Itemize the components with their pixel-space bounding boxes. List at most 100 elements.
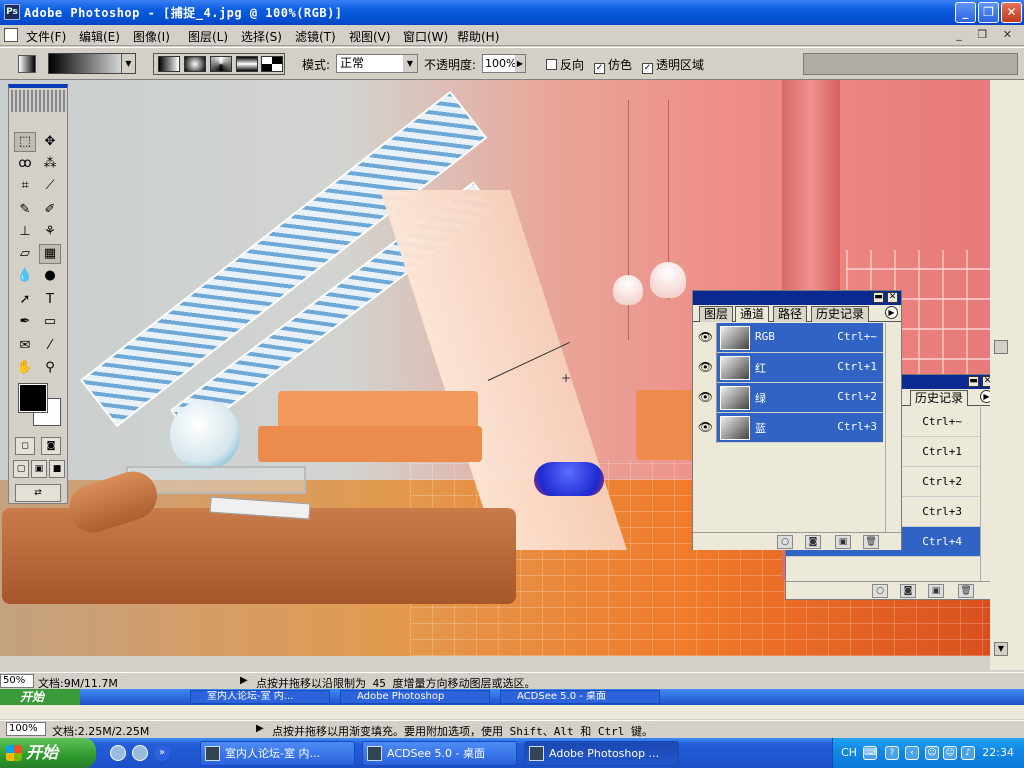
new-state-icon[interactable]: ▣ — [928, 584, 944, 598]
eye-icon[interactable]: 👁 — [695, 383, 717, 413]
type-tool-icon[interactable]: T — [39, 290, 61, 310]
load-selection-icon[interactable]: ○ — [777, 535, 793, 549]
trash-icon[interactable]: 🗑 — [863, 535, 879, 549]
magic-wand-icon[interactable]: ⁂ — [39, 154, 61, 174]
document-icon[interactable] — [4, 28, 18, 42]
history-brush-icon[interactable]: ⚘ — [39, 222, 61, 242]
toolbox-logo[interactable] — [11, 90, 65, 112]
dither-checkbox[interactable]: ✓ 仿色 — [594, 56, 632, 74]
eye-icon[interactable]: 👁 — [695, 323, 717, 353]
move-tool-icon[interactable]: ✥ — [39, 132, 61, 152]
chevron-down-icon[interactable]: ▼ — [121, 54, 135, 73]
blur-tool-icon[interactable]: 💧 — [14, 266, 36, 286]
eye-icon[interactable]: 👁 — [695, 413, 717, 443]
slice-tool-icon[interactable]: ⟋ — [39, 176, 61, 196]
tab-channels[interactable]: 通道 — [735, 306, 770, 322]
marquee-tool-icon[interactable]: ⬚ — [14, 132, 36, 152]
help-icon[interactable]: ? — [885, 746, 899, 760]
tab-paths[interactable]: 路径 — [773, 306, 808, 322]
channel-row-rgb[interactable]: 👁 RGB Ctrl+~ — [695, 323, 883, 353]
menu-edit[interactable]: 编辑(E) — [79, 28, 120, 45]
reflected-gradient-button[interactable] — [236, 56, 258, 72]
opacity-input[interactable]: 100% ▶ — [482, 54, 526, 73]
volume-icon[interactable]: ♪ — [961, 746, 975, 760]
panel-menu-icon[interactable]: ▶ — [885, 306, 898, 319]
quicklaunch-expand-icon[interactable]: » — [154, 745, 170, 761]
tab-history[interactable]: 历史记录 — [811, 306, 870, 322]
minimize-icon[interactable]: ▬ — [873, 292, 884, 303]
dodge-tool-icon[interactable]: ● — [39, 266, 61, 286]
standard-mode-button[interactable]: ◻ — [15, 437, 35, 455]
pen-tool-icon[interactable]: ✒ — [14, 312, 36, 332]
qq-icon[interactable]: ☺ — [943, 746, 957, 760]
task-button-forum[interactable]: 室内人论坛-室 内... — [200, 741, 355, 766]
document-window-controls[interactable]: _ ❐ ✕ — [956, 28, 1018, 41]
healing-brush-icon[interactable]: ✎ — [14, 200, 36, 220]
triangle-right-icon[interactable]: ▶ — [256, 723, 264, 734]
channel-row-red[interactable]: 👁 红 Ctrl+1 — [695, 353, 883, 383]
zoom-tool-icon[interactable]: ⚲ — [39, 358, 61, 378]
task-button-acdsee[interactable]: ACDSee 5.0 - 桌面 — [362, 741, 517, 766]
qq-icon[interactable]: ☺ — [925, 746, 939, 760]
channel-row-green[interactable]: 👁 绿 Ctrl+2 — [695, 383, 883, 413]
save-selection-icon[interactable]: ◙ — [805, 535, 821, 549]
task-button-photoshop[interactable]: Adobe Photoshop ... — [524, 741, 679, 766]
menu-filter[interactable]: 滤镜(T) — [295, 28, 336, 45]
menu-select[interactable]: 选择(S) — [241, 28, 282, 45]
panel-header[interactable]: ▬ ✕ — [693, 291, 901, 305]
horizontal-scrollbar[interactable] — [0, 705, 1024, 719]
language-indicator[interactable]: CH — [841, 746, 857, 759]
keyboard-icon[interactable]: ⌨ — [863, 746, 877, 760]
screen-mode-menubar[interactable]: ▣ — [31, 460, 47, 478]
snapshot-icon[interactable]: ◙ — [900, 584, 916, 598]
gradient-picker[interactable]: ▼ — [48, 53, 136, 74]
menu-view[interactable]: 视图(V) — [349, 28, 391, 45]
foreground-color-swatch[interactable] — [18, 383, 48, 413]
angle-gradient-button[interactable] — [210, 56, 232, 72]
menu-layer[interactable]: 图层(L) — [188, 28, 228, 45]
tab-layers[interactable]: 图层 — [699, 306, 734, 322]
screen-mode-full[interactable]: ■ — [49, 460, 65, 478]
menu-help[interactable]: 帮助(H) — [457, 28, 499, 45]
close-button[interactable]: ✕ — [1001, 2, 1022, 23]
internet-explorer-icon[interactable] — [110, 745, 126, 761]
start-button[interactable]: 开始 — [0, 738, 96, 768]
minimize-button[interactable]: _ — [955, 2, 976, 23]
path-selection-icon[interactable]: ➚ — [14, 290, 36, 310]
scroll-down-icon[interactable]: ▼ — [994, 642, 1008, 656]
inner-zoom-field[interactable]: 50% — [0, 674, 34, 688]
triangle-right-icon[interactable]: ▶ — [240, 675, 248, 686]
channels-scrollbar[interactable] — [885, 323, 899, 533]
restore-button[interactable]: ❐ — [978, 2, 999, 23]
eyedropper-icon[interactable]: ⁄ — [39, 336, 61, 356]
eraser-tool-icon[interactable]: ▱ — [14, 244, 36, 264]
close-icon[interactable]: ✕ — [887, 292, 898, 303]
crop-tool-icon[interactable]: ⌗ — [14, 176, 36, 196]
transparency-checkbox[interactable]: ✓ 透明区域 — [642, 56, 704, 74]
menu-file[interactable]: 文件(F) — [26, 28, 66, 45]
new-channel-icon[interactable]: ▣ — [835, 535, 851, 549]
minimize-icon[interactable]: ▬ — [968, 376, 979, 387]
channel-row-blue[interactable]: 👁 蓝 Ctrl+3 — [695, 413, 883, 443]
gradient-tool-icon[interactable] — [18, 55, 36, 73]
blend-mode-select[interactable]: 正常 ▼ — [336, 54, 418, 73]
trash-icon[interactable]: 🗑 — [958, 584, 974, 598]
menu-image[interactable]: 图像(I) — [133, 28, 170, 45]
chevron-right-icon[interactable]: ▶ — [515, 55, 525, 72]
notes-tool-icon[interactable]: ✉ — [14, 336, 36, 356]
reverse-checkbox[interactable]: 反向 — [546, 56, 584, 73]
eye-icon[interactable]: 👁 — [695, 353, 717, 383]
media-player-icon[interactable] — [132, 745, 148, 761]
new-document-icon[interactable]: ○ — [872, 584, 888, 598]
zoom-field[interactable]: 100% — [6, 722, 46, 736]
scroll-thumb[interactable] — [994, 340, 1008, 354]
radial-gradient-button[interactable] — [184, 56, 206, 72]
brush-tool-icon[interactable]: ✐ — [39, 200, 61, 220]
diamond-gradient-button[interactable] — [261, 56, 283, 72]
clone-stamp-icon[interactable]: ⊥ — [14, 222, 36, 242]
tab-history[interactable]: 历史记录 — [910, 390, 969, 406]
lasso-tool-icon[interactable]: ꝏ — [14, 154, 36, 174]
vertical-scrollbar[interactable]: ▼ — [990, 80, 1024, 670]
quickmask-mode-button[interactable]: ◙ — [41, 437, 61, 455]
jump-to-imageready-button[interactable]: ⇄ — [15, 484, 61, 502]
